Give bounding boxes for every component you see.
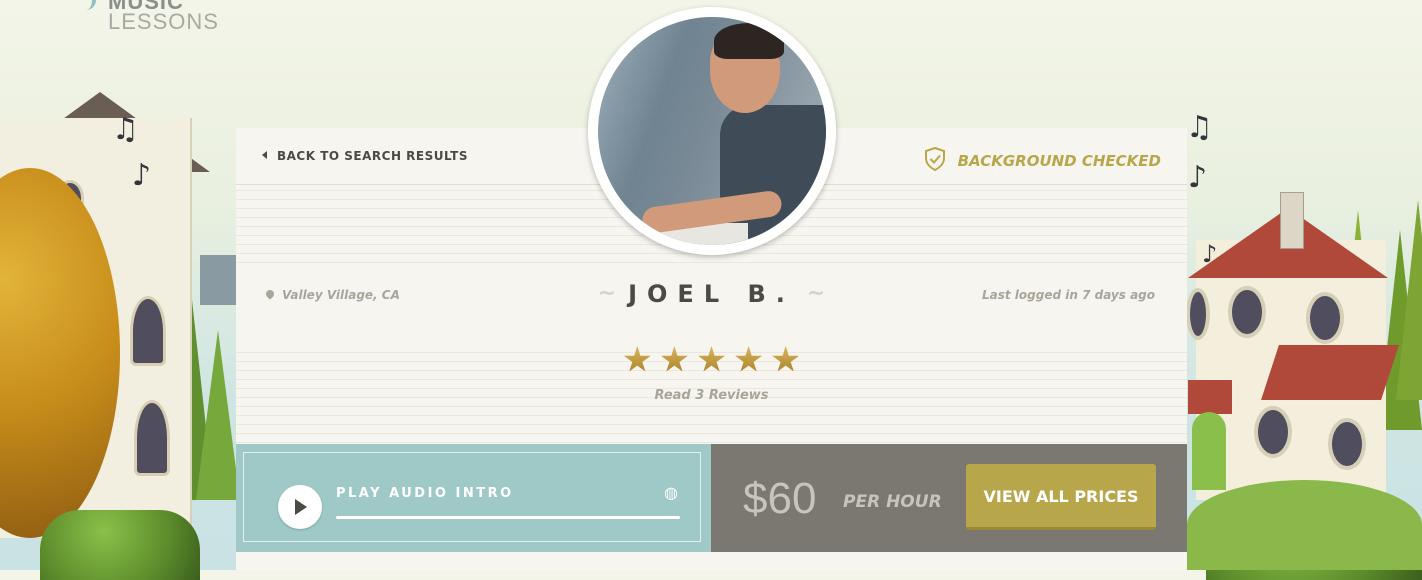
house-roof <box>1188 380 1232 414</box>
play-icon <box>295 499 307 515</box>
pricing-panel: $60 PER HOUR VIEW ALL PRICES <box>711 444 1187 552</box>
music-note-icon: ♫ <box>112 112 139 147</box>
ornament-right-icon: ~ <box>806 281 826 306</box>
shield-check-icon <box>924 146 946 175</box>
house-roof <box>1261 345 1399 400</box>
back-link-label: BACK TO SEARCH RESULTS <box>277 149 468 163</box>
price-unit: PER HOUR <box>843 492 942 512</box>
teacher-avatar <box>588 7 836 255</box>
teacher-photo <box>598 17 826 245</box>
read-reviews-link[interactable]: Read 3 Reviews <box>236 388 1187 403</box>
view-all-prices-button[interactable]: VIEW ALL PRICES <box>966 464 1156 530</box>
house-window <box>1186 288 1210 340</box>
audio-intro-label: PLAY AUDIO INTRO <box>336 486 514 501</box>
star-icon <box>623 346 651 372</box>
card-bottom <box>236 552 1187 570</box>
music-note-icon: ♪ <box>1202 240 1218 268</box>
audio-intro-panel: PLAY AUDIO INTRO ◍ <box>236 444 711 552</box>
logo-text-line2: LESSONS <box>108 9 219 34</box>
star-icon <box>735 346 763 372</box>
last-login-text: Last logged in 7 days ago <box>982 288 1155 302</box>
house-window <box>134 400 170 476</box>
tree-illustration <box>1396 200 1422 400</box>
photo-hair <box>714 23 784 59</box>
hill-illustration <box>1187 480 1422 570</box>
teacher-name: JOEL B. <box>628 280 795 308</box>
audio-progress-bar[interactable] <box>336 516 680 519</box>
star-icon <box>660 346 688 372</box>
audio-player: PLAY AUDIO INTRO ◍ <box>243 452 701 542</box>
house-window <box>1306 292 1344 344</box>
house-door <box>1192 412 1226 490</box>
hourly-price: $60 <box>743 474 817 523</box>
back-to-search-link[interactable]: BACK TO SEARCH RESULTS <box>262 149 468 163</box>
background-checked-label: BACKGROUND CHECKED <box>957 152 1161 170</box>
background-checked-badge: BACKGROUND CHECKED <box>924 146 1161 175</box>
star-icon <box>698 346 725 372</box>
music-note-icon: ♪ <box>1188 160 1208 195</box>
house-window <box>130 296 166 366</box>
rating-stars <box>236 346 1187 378</box>
house-window <box>1328 418 1366 470</box>
music-note-icon: ♪ <box>132 158 152 193</box>
house-window <box>1228 286 1266 338</box>
house-illustration <box>200 255 240 305</box>
music-note-icon: ♫ <box>1186 110 1213 145</box>
house-window <box>1254 406 1292 458</box>
tree-illustration <box>196 330 240 500</box>
star-icon <box>772 346 800 372</box>
ornament-left-icon: ~ <box>597 281 617 306</box>
site-logo[interactable]: MUSIC LESSONS <box>88 0 219 34</box>
volume-icon[interactable]: ◍ <box>664 483 678 502</box>
chimney <box>1280 192 1304 249</box>
play-button[interactable] <box>278 485 322 529</box>
back-arrow-icon <box>262 151 267 159</box>
